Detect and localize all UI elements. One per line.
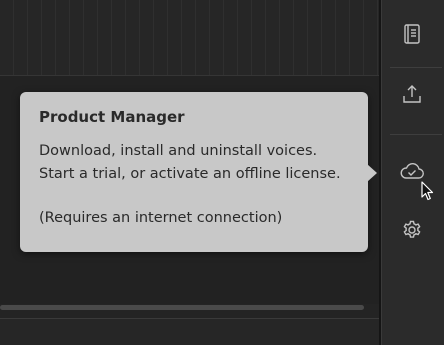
sidebar-button-export[interactable] — [394, 78, 430, 114]
lower-panel — [0, 318, 380, 345]
tooltip-note: (Requires an internet connection) — [39, 210, 283, 226]
sidebar-separator — [390, 134, 442, 135]
product-manager-tooltip: Product Manager Download, install and un… — [20, 92, 377, 252]
book-icon — [401, 23, 423, 49]
sidebar-button-settings[interactable] — [394, 214, 430, 250]
tooltip-arrow — [367, 164, 377, 182]
upload-icon — [401, 83, 423, 109]
horizontal-scrollbar[interactable] — [0, 305, 364, 310]
right-sidebar — [381, 0, 444, 345]
piano-roll-grid[interactable] — [0, 0, 380, 76]
sidebar-separator — [390, 67, 442, 68]
mouse-cursor-icon — [421, 181, 435, 201]
app-window: Product Manager Download, install and un… — [0, 0, 444, 345]
sidebar-button-book[interactable] — [394, 18, 430, 54]
tooltip-description: Download, install and uninstall voices. … — [39, 143, 341, 182]
tooltip-title: Product Manager — [39, 108, 185, 126]
gear-icon — [401, 219, 423, 245]
